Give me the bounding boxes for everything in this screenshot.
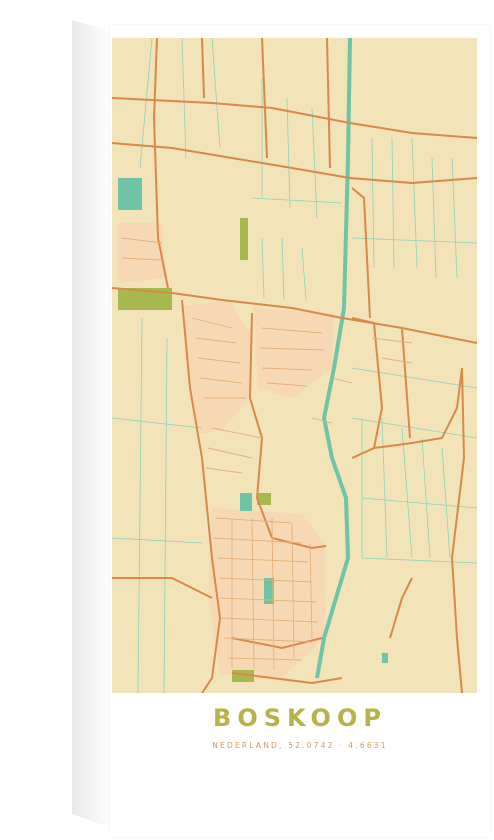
- poster-subtitle: NEDERLAND, 52.0742 · 4.6631: [212, 741, 388, 750]
- pond: [118, 178, 142, 210]
- map-svg: [112, 38, 477, 693]
- pond: [382, 653, 388, 663]
- poster-title: BOSKOOP: [213, 704, 387, 732]
- park: [240, 218, 248, 260]
- city-map: [112, 38, 477, 693]
- canvas-side-edge: [72, 20, 112, 828]
- pond: [240, 493, 252, 511]
